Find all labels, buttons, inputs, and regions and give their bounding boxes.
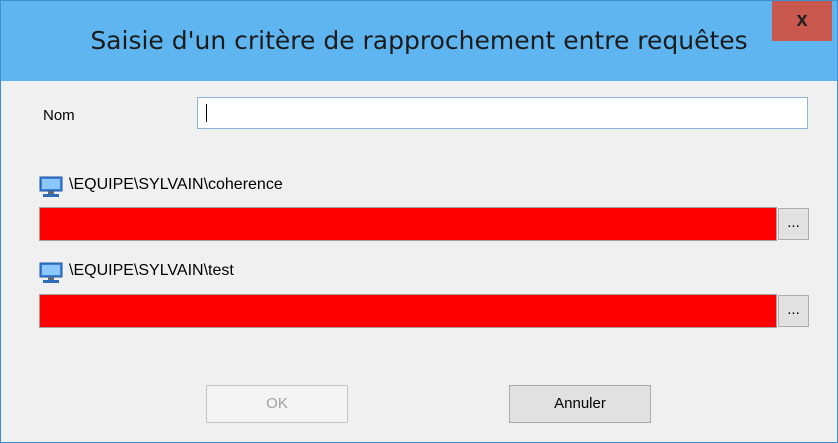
text-caret	[206, 104, 207, 122]
dialog-body: Nom \EQUIPE\SYLVAIN\coherence ... \EQUIP…	[10, 81, 828, 434]
query-path: \EQUIPE\SYLVAIN\coherence	[69, 176, 283, 193]
computer-icon	[39, 262, 63, 283]
dialog-title: Saisie d'un critère de rapprochement ent…	[90, 26, 748, 55]
cancel-button[interactable]: Annuler	[509, 385, 651, 423]
name-label: Nom	[43, 107, 75, 124]
ok-button[interactable]: OK	[206, 385, 348, 423]
computer-icon	[39, 176, 63, 197]
browse-button[interactable]: ...	[778, 208, 809, 240]
query-criterion-field[interactable]	[39, 207, 777, 241]
query-criterion-field[interactable]	[39, 294, 777, 328]
name-input[interactable]	[197, 97, 808, 129]
dialog-window: Saisie d'un critère de rapprochement ent…	[0, 0, 838, 443]
close-button[interactable]: x	[772, 1, 832, 41]
query-path: \EQUIPE\SYLVAIN\test	[69, 262, 234, 279]
browse-button[interactable]: ...	[778, 295, 809, 327]
title-bar: Saisie d'un critère de rapprochement ent…	[1, 1, 837, 81]
